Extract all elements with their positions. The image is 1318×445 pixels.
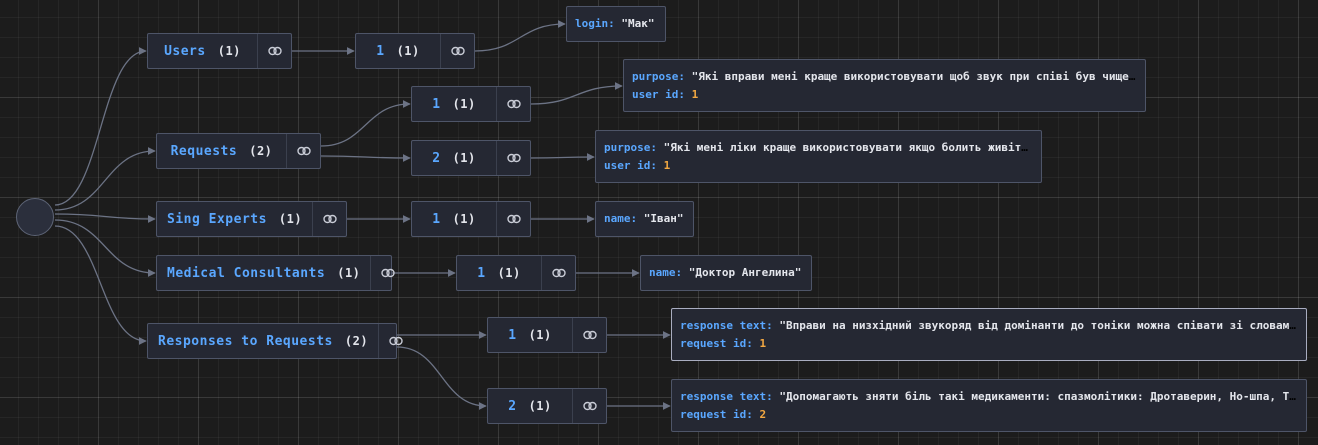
collection-sing-experts[interactable]: Sing Experts (1)	[156, 201, 347, 237]
edge	[54, 147, 156, 211]
item-node[interactable]: 2 (1)	[487, 388, 607, 424]
field-value: "Іван"	[643, 212, 684, 225]
item-node[interactable]: 2 (1)	[411, 140, 531, 176]
item-label: 1	[376, 43, 385, 59]
item-count: (1)	[452, 212, 476, 226]
collection-medical-consultants[interactable]: Medical Consultants (1)	[156, 255, 395, 291]
field-key: login:	[575, 17, 615, 30]
field-key: name:	[604, 212, 638, 225]
collection-count: (1)	[278, 212, 303, 226]
value-node[interactable]: response text: "Допомагають зняти біль т…	[671, 379, 1307, 432]
root-node[interactable]	[16, 198, 54, 236]
collection-label: Medical Consultants	[167, 265, 326, 281]
collection-label: Responses to Requests	[158, 333, 333, 349]
item-count: (1)	[396, 44, 420, 58]
edge	[54, 219, 156, 277]
field-key: purpose:	[632, 69, 685, 83]
edge	[54, 225, 147, 345]
link-icon[interactable]	[572, 318, 606, 352]
field-value: "Доктор Ангелина"	[688, 266, 802, 279]
collection-label: Sing Experts	[167, 211, 267, 227]
field-key: user id:	[604, 158, 657, 172]
edge	[530, 82, 623, 105]
field-key: request id:	[680, 407, 753, 421]
value-node[interactable]: purpose: "Які вправи мені краще використ…	[623, 59, 1146, 112]
link-icon[interactable]	[378, 324, 412, 358]
collection-count: (2)	[344, 334, 369, 348]
item-label: 1	[508, 327, 517, 343]
link-icon[interactable]	[440, 34, 474, 68]
link-icon[interactable]	[257, 34, 291, 68]
value-node[interactable]: login: "Мак"	[566, 6, 666, 42]
item-node[interactable]: 1 (1)	[456, 255, 576, 291]
link-icon[interactable]	[286, 134, 320, 168]
item-label: 1	[477, 265, 486, 281]
link-icon[interactable]	[496, 202, 530, 236]
link-icon[interactable]	[541, 256, 575, 290]
field-key: name:	[649, 266, 683, 279]
collection-label: Users	[164, 43, 206, 59]
field-value: 1	[663, 158, 671, 172]
item-node[interactable]: 1 (1)	[411, 201, 531, 237]
value-node[interactable]: name: "Доктор Ангелина"	[640, 255, 812, 291]
collection-count: (1)	[337, 266, 361, 280]
field-key: request id:	[680, 336, 753, 350]
field-value: 1	[691, 87, 699, 101]
item-node[interactable]: 1 (1)	[411, 86, 531, 122]
link-icon[interactable]	[572, 389, 606, 423]
edge	[474, 20, 566, 52]
field-value: "Які мені ліки краще використовувати якщ…	[663, 140, 1033, 154]
field-value: "Мак"	[621, 17, 655, 30]
field-key: purpose:	[604, 140, 657, 154]
item-label: 1	[432, 96, 441, 112]
value-node[interactable]: name: "Іван"	[595, 201, 694, 237]
edge	[54, 47, 147, 206]
item-label: 1	[432, 211, 441, 227]
collection-users[interactable]: Users (1)	[147, 33, 292, 69]
item-count: (1)	[452, 97, 476, 111]
field-key: response text:	[680, 389, 773, 403]
link-icon[interactable]	[370, 256, 404, 290]
edge	[320, 154, 411, 162]
field-key: user id:	[632, 87, 685, 101]
edge	[530, 153, 595, 161]
item-count: (1)	[528, 328, 552, 342]
item-node[interactable]: 1 (1)	[487, 317, 607, 353]
collection-requests[interactable]: Requests (2)	[156, 133, 321, 169]
field-value: "Допомагають зняти біль такі медикаменти…	[779, 389, 1298, 403]
item-count: (1)	[497, 266, 521, 280]
field-value: 2	[759, 407, 767, 421]
collection-count: (1)	[217, 44, 241, 58]
item-node[interactable]: 1 (1)	[355, 33, 475, 69]
field-value: "Які вправи мені краще використовувати щ…	[691, 69, 1137, 83]
item-count: (1)	[452, 151, 476, 165]
link-icon[interactable]	[312, 202, 346, 236]
edge	[320, 100, 411, 147]
field-value: 1	[759, 336, 767, 350]
collection-responses-to-requests[interactable]: Responses to Requests (2)	[147, 323, 403, 359]
value-node[interactable]: response text: "Вправи на низхідний звук…	[671, 308, 1307, 361]
field-key: response text:	[680, 318, 773, 332]
link-icon[interactable]	[496, 141, 530, 175]
collection-count: (2)	[249, 144, 273, 158]
collection-label: Requests	[170, 143, 238, 159]
edge	[54, 213, 156, 223]
field-value: "Вправи на низхідний звукоряд від доміна…	[779, 318, 1298, 332]
link-icon[interactable]	[496, 87, 530, 121]
item-label: 2	[432, 150, 441, 166]
item-count: (1)	[528, 399, 552, 413]
item-label: 2	[508, 398, 517, 414]
value-node[interactable]: purpose: "Які мені ліки краще використов…	[595, 130, 1042, 183]
